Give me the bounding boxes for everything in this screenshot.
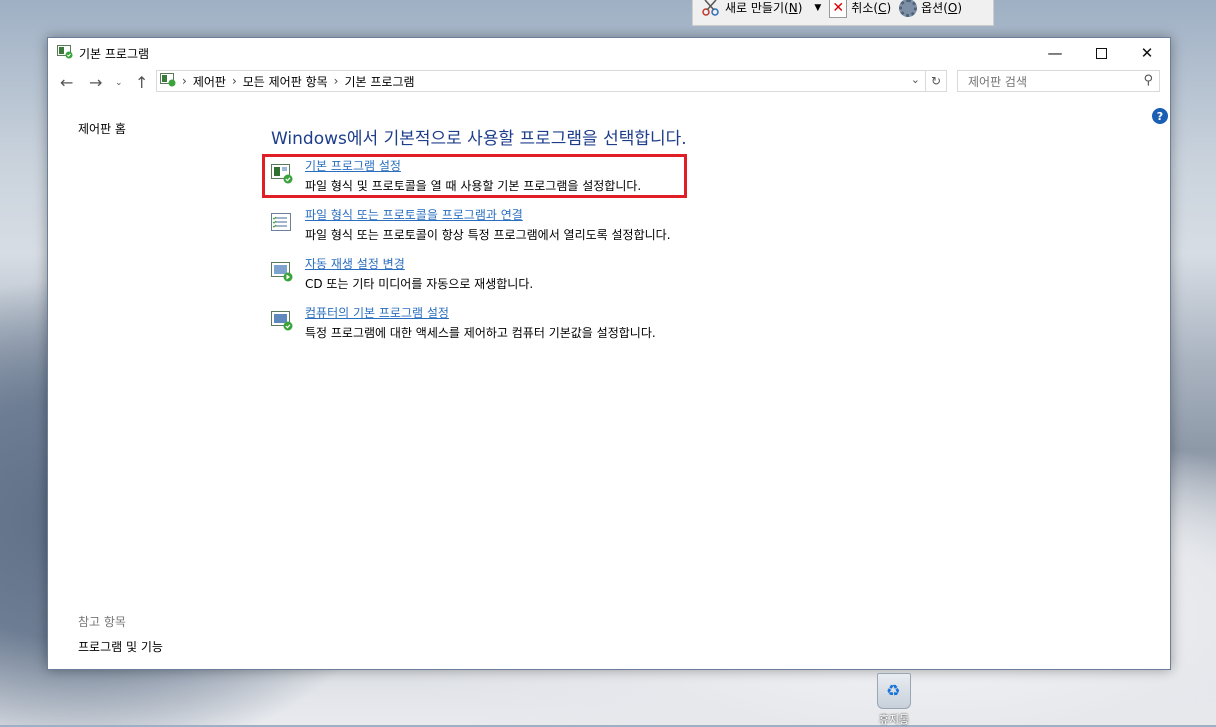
cancel-snip-button[interactable]: ✕ 취소(C) [829, 0, 891, 18]
breadcrumb-default-programs[interactable]: 기본 프로그램 [344, 73, 414, 90]
forward-arrow-icon[interactable]: → [89, 73, 102, 92]
programs-and-features-link[interactable]: 프로그램 및 기능 [78, 638, 163, 655]
autoplay-desc: CD 또는 기타 미디어를 자동으로 재생합니다. [305, 277, 534, 291]
search-icon[interactable]: ⚲ [1143, 73, 1153, 88]
breadcrumb-control-panel[interactable]: 제어판 [193, 73, 226, 90]
main-content: Windows에서 기본적으로 사용할 프로그램을 선택합니다. 기본 프로그램… [271, 124, 687, 340]
cancel-label: 취소(C) [851, 1, 892, 15]
minimize-button[interactable]: — [1032, 38, 1078, 68]
page-heading: Windows에서 기본적으로 사용할 프로그램을 선택합니다. [271, 129, 687, 149]
program-access-link[interactable]: 컴퓨터의 기본 프로그램 설정 [305, 304, 449, 321]
task-program-access: 컴퓨터의 기본 프로그램 설정 특정 프로그램에 대한 액세스를 제어하고 컴퓨… [271, 305, 741, 354]
navigation-bar: ← → ⌄ ↑ › 제어판 › 모든 제어판 항목 › 기본 프로그램 ⌄ ↻ … [48, 68, 1170, 102]
maximize-button[interactable] [1078, 38, 1124, 68]
control-panel-window: 기본 프로그램 — ✕ ← → ⌄ ↑ › 제어판 › 모든 제어판 항목 › … [47, 37, 1171, 670]
chevron-right-icon[interactable]: › [232, 74, 237, 88]
minimize-icon: — [1047, 44, 1063, 62]
maximize-icon [1095, 47, 1107, 59]
search-input[interactable] [966, 72, 1140, 92]
control-panel-icon [160, 72, 176, 90]
address-bar[interactable]: › 제어판 › 모든 제어판 항목 › 기본 프로그램 ⌄ [156, 70, 947, 92]
see-also-heading: 참고 항목 [78, 615, 126, 629]
recent-chevron-icon[interactable]: ⌄ [115, 78, 123, 88]
chevron-down-icon[interactable]: ▼ [814, 3, 821, 13]
associate-file-types-desc: 파일 형식 또는 프로토콜이 항상 특정 프로그램에서 열리도록 설정합니다. [305, 228, 671, 242]
file-association-icon [271, 213, 293, 233]
close-button[interactable]: ✕ [1124, 38, 1170, 68]
autoplay-icon [271, 262, 293, 282]
search-box[interactable]: ⚲ [957, 70, 1160, 92]
options-button[interactable]: 옵션(O) [899, 0, 962, 17]
new-snip-button[interactable]: 새로 만들기(N) ▼ [701, 0, 821, 18]
task-associate-file-types: 파일 형식 또는 프로토콜을 프로그램과 연결 파일 형식 또는 프로토콜이 항… [271, 207, 741, 256]
chevron-right-icon[interactable]: › [334, 74, 339, 88]
address-dropdown-icon[interactable]: ⌄ [911, 73, 920, 86]
help-icon[interactable]: ? [1152, 108, 1168, 124]
refresh-button[interactable]: ↻ [925, 70, 947, 92]
autoplay-link[interactable]: 자동 재생 설정 변경 [305, 255, 405, 272]
back-arrow-icon[interactable]: ← [60, 73, 73, 92]
recycle-bin-icon: ♻ [877, 673, 911, 709]
close-icon: ✕ [1140, 44, 1154, 62]
breadcrumb-all-items[interactable]: 모든 제어판 항목 [243, 73, 328, 90]
up-arrow-icon[interactable]: ↑ [135, 73, 148, 92]
options-label: 옵션(O) [921, 1, 963, 15]
program-access-desc: 특정 프로그램에 대한 액세스를 제어하고 컴퓨터 기본값을 설정합니다. [305, 326, 656, 340]
task-autoplay: 자동 재생 설정 변경 CD 또는 기타 미디어를 자동으로 재생합니다. [271, 256, 741, 305]
refresh-icon: ↻ [930, 74, 942, 88]
title-bar[interactable]: 기본 프로그램 — ✕ [48, 38, 1170, 68]
associate-file-types-link[interactable]: 파일 형식 또는 프로토콜을 프로그램과 연결 [305, 206, 523, 223]
sidebar-home-link[interactable]: 제어판 홈 [78, 120, 126, 137]
cancel-icon: ✕ [829, 0, 848, 18]
highlight-box [262, 154, 687, 198]
snipping-tool-toolbar: 새로 만들기(N) ▼ ✕ 취소(C) 옵션(O) [692, 0, 994, 26]
window-title: 기본 프로그램 [79, 46, 150, 61]
see-also-section: 참고 항목 프로그램 및 기능 [78, 613, 163, 655]
scissors-icon [701, 0, 721, 18]
default-programs-icon [57, 44, 73, 62]
chevron-right-icon[interactable]: › [182, 74, 187, 88]
new-snip-label: 새로 만들기(N) [725, 1, 803, 15]
gear-icon [899, 0, 918, 17]
recycle-bin-shortcut[interactable]: ♻ 휴지통 [876, 673, 912, 726]
program-access-icon [271, 311, 293, 331]
